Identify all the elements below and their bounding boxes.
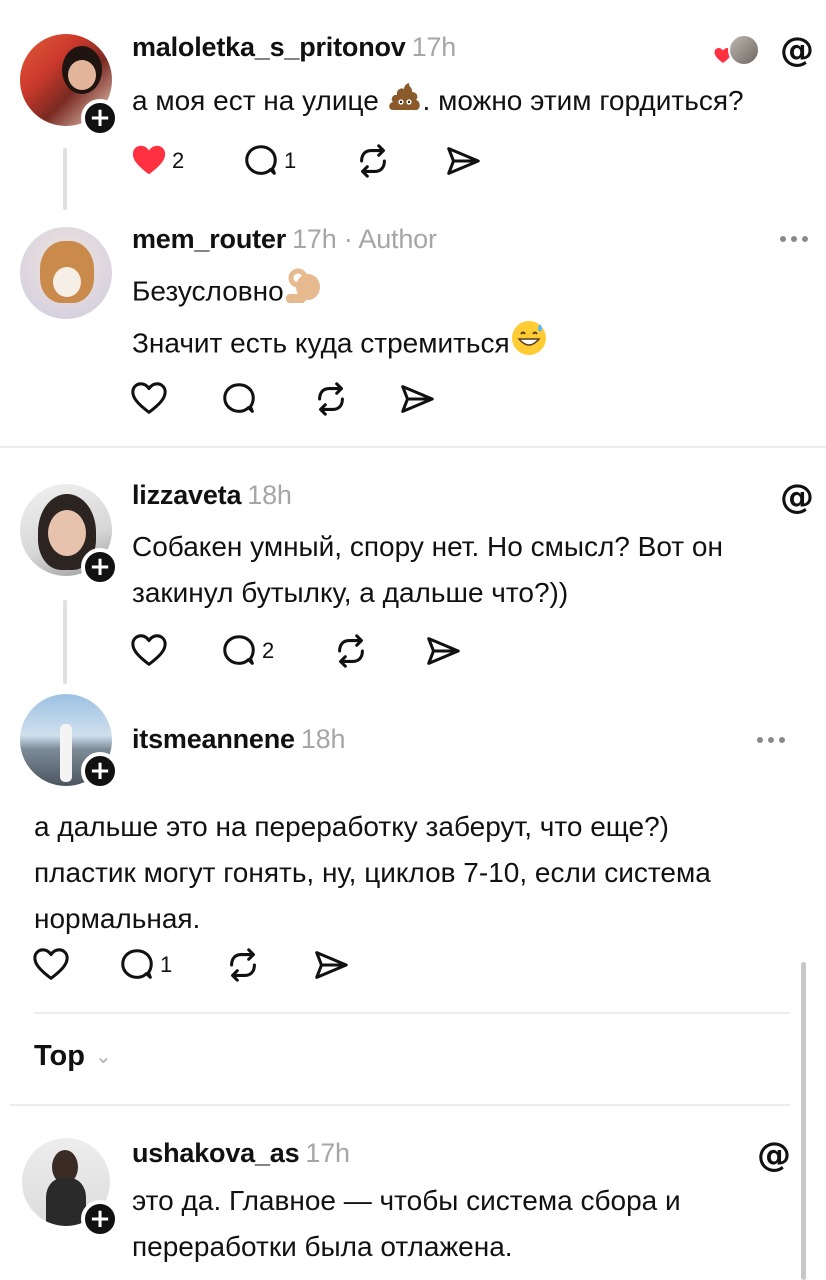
threads-logo-icon: @ (757, 1135, 791, 1175)
username-text[interactable]: itsmeannene (132, 724, 295, 754)
like-button[interactable] (130, 632, 168, 670)
avatar[interactable] (20, 227, 112, 319)
follow-plus-icon[interactable]: + (81, 99, 119, 137)
divider (10, 1104, 790, 1106)
heart-icon (130, 632, 168, 670)
threads-logo-icon: @ (780, 30, 814, 70)
sort-dropdown[interactable]: Top ⌄ (34, 1040, 112, 1073)
reply-button[interactable]: 1 (118, 946, 172, 984)
repost-button[interactable] (354, 142, 392, 180)
post-text: а дальше это на переработку заберут, что… (34, 811, 711, 934)
liked-by-indicator[interactable] (712, 34, 764, 68)
share-button[interactable] (444, 142, 482, 180)
heart-icon (32, 946, 70, 984)
repost-icon (312, 380, 350, 418)
thread-line (63, 148, 67, 210)
username[interactable]: mem_router 17h · Author (132, 224, 437, 255)
post-text: Собакен умный, спору нет. Но смысл? Вот … (132, 531, 723, 608)
repost-button[interactable] (332, 632, 370, 670)
share-button[interactable] (398, 380, 436, 418)
follow-plus-icon[interactable]: + (81, 1200, 119, 1238)
timestamp: 18h (247, 480, 292, 510)
timestamp: 17h (292, 224, 337, 254)
scrollbar[interactable] (801, 962, 806, 1280)
post-actions: 2 (130, 632, 530, 672)
timestamp: 18h (300, 724, 346, 754)
post-text: это да. Главное — чтобы система сбора и … (132, 1185, 681, 1262)
username-text[interactable]: maloletka_s_pritonov (132, 32, 406, 62)
grinning-sweat-emoji-icon (510, 319, 548, 371)
thread-line (63, 600, 67, 684)
reply-count: 2 (262, 638, 275, 663)
comment-icon (242, 142, 280, 180)
share-icon (424, 632, 462, 670)
comment-icon (220, 380, 258, 418)
sort-label: Top (34, 1040, 85, 1072)
reply-button[interactable] (220, 380, 258, 418)
more-icon[interactable] (757, 737, 785, 743)
reply-button[interactable]: 2 (220, 632, 274, 670)
repost-icon (224, 946, 262, 984)
username[interactable]: ushakova_as 17h (132, 1138, 350, 1169)
post-actions: 2 1 (130, 142, 530, 182)
like-count: 2 (172, 148, 185, 173)
username-text[interactable]: mem_router (132, 224, 286, 254)
ok-hand-emoji-icon (284, 267, 324, 319)
username[interactable]: lizzaveta 18h (132, 480, 292, 511)
share-icon (444, 142, 482, 180)
post-text: а моя ест на улице . можно этим гордитьс… (132, 78, 744, 126)
heart-icon (130, 142, 168, 180)
comment-icon (118, 946, 156, 984)
like-button[interactable]: 2 (130, 142, 184, 180)
repost-icon (354, 142, 392, 180)
reply-count: 1 (284, 148, 297, 173)
threads-logo-icon: @ (780, 477, 814, 517)
share-icon (398, 380, 436, 418)
username-text[interactable]: lizzaveta (132, 480, 241, 510)
reply-button[interactable]: 1 (242, 142, 296, 180)
username-text[interactable]: ushakova_as (132, 1138, 300, 1168)
timestamp: 17h (305, 1138, 350, 1168)
like-button[interactable] (32, 946, 70, 984)
heart-icon (130, 380, 168, 418)
chevron-down-icon: ⌄ (95, 1046, 112, 1068)
author-badge: · Author (336, 224, 437, 254)
reply-count: 1 (160, 952, 173, 977)
share-button[interactable] (424, 632, 462, 670)
divider (34, 1012, 790, 1014)
post-actions: 1 (32, 946, 432, 986)
divider (0, 446, 826, 448)
share-button[interactable] (312, 946, 350, 984)
post-actions (130, 380, 530, 420)
share-icon (312, 946, 350, 984)
like-button[interactable] (130, 380, 168, 418)
follow-plus-icon[interactable]: + (81, 548, 119, 586)
repost-icon (332, 632, 370, 670)
repost-button[interactable] (312, 380, 350, 418)
poop-emoji-icon (387, 80, 423, 126)
timestamp: 17h (411, 32, 457, 62)
post-text: Безусловно Значит есть куда стремиться (132, 267, 548, 371)
repost-button[interactable] (224, 946, 262, 984)
follow-plus-icon[interactable]: + (81, 752, 119, 790)
comment-icon (220, 632, 258, 670)
more-icon[interactable] (780, 236, 808, 242)
username[interactable]: itsmeannene 18h (132, 724, 346, 755)
username[interactable]: maloletka_s_pritonov 17h (132, 32, 456, 63)
